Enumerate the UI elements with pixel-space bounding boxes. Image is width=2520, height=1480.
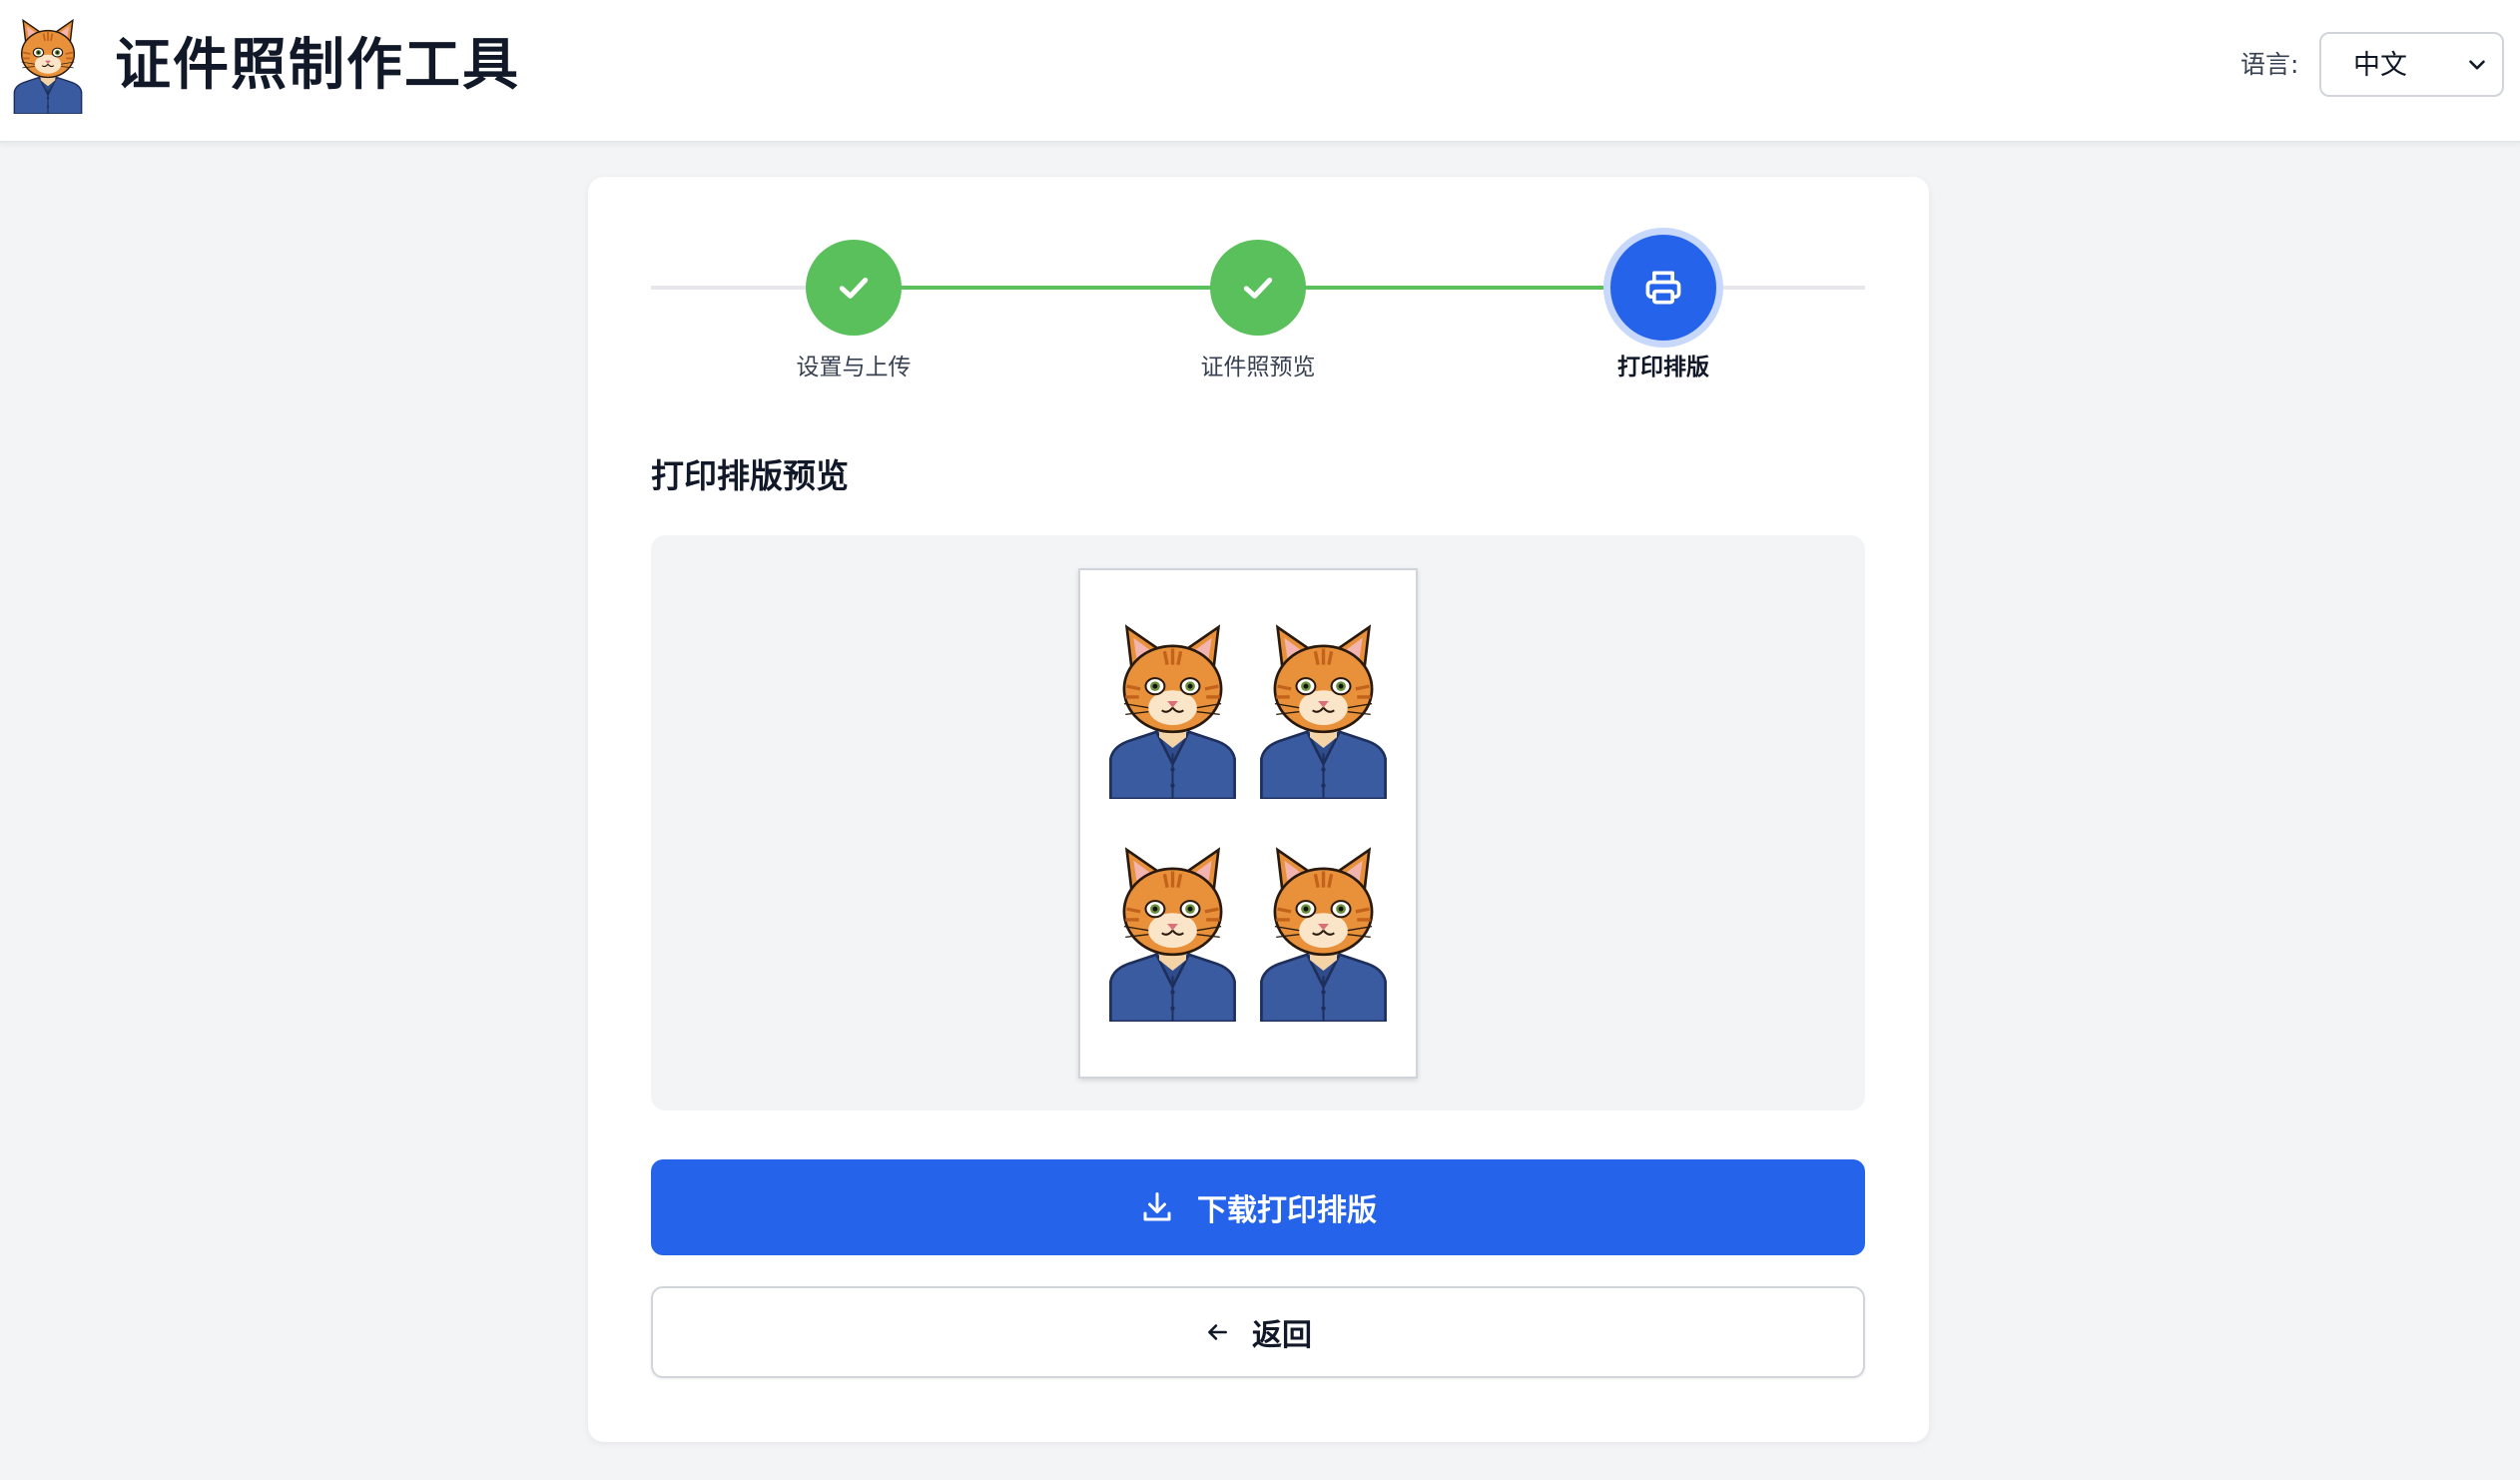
cat-avatar-icon [10, 16, 86, 114]
step-2-label: 证件照预览 [1200, 355, 1316, 380]
back-button[interactable]: 返回 [651, 1286, 1865, 1378]
section-title: 打印排版预览 [651, 456, 849, 495]
step-3-indicator [1610, 235, 1716, 341]
step-3-label: 打印排版 [1617, 355, 1709, 380]
id-photo [1256, 842, 1391, 1022]
check-icon [1243, 278, 1273, 299]
print-sheet [1078, 568, 1418, 1079]
app-title: 证件照制作工具 [115, 33, 520, 98]
download-icon [1143, 1192, 1171, 1221]
print-preview-area [651, 535, 1865, 1110]
download-layout-button[interactable]: 下载打印排版 [651, 1159, 1865, 1255]
language-selected-value: 中文 [2353, 50, 2407, 81]
app-header: 证件照制作工具 语言: 中文 [0, 0, 2520, 143]
check-icon [839, 278, 869, 299]
language-select[interactable]: 中文 [2319, 32, 2504, 97]
back-button-label: 返回 [1252, 1318, 1312, 1353]
printer-icon [1645, 271, 1681, 305]
step-2-indicator [1210, 240, 1306, 336]
step-1-label: 设置与上传 [796, 355, 912, 380]
language-label: 语言: [2240, 50, 2299, 79]
main-card: 设置与上传 证件照预览 打印排版 打印排版预览 下载打印排版 返回 [588, 177, 1929, 1442]
step-1-indicator [806, 240, 902, 336]
id-photo [1256, 619, 1391, 799]
chevron-down-icon [2469, 60, 2485, 70]
id-photo [1105, 842, 1240, 1022]
arrow-left-icon [1208, 1324, 1227, 1340]
download-button-label: 下载打印排版 [1197, 1193, 1377, 1228]
id-photo [1105, 619, 1240, 799]
